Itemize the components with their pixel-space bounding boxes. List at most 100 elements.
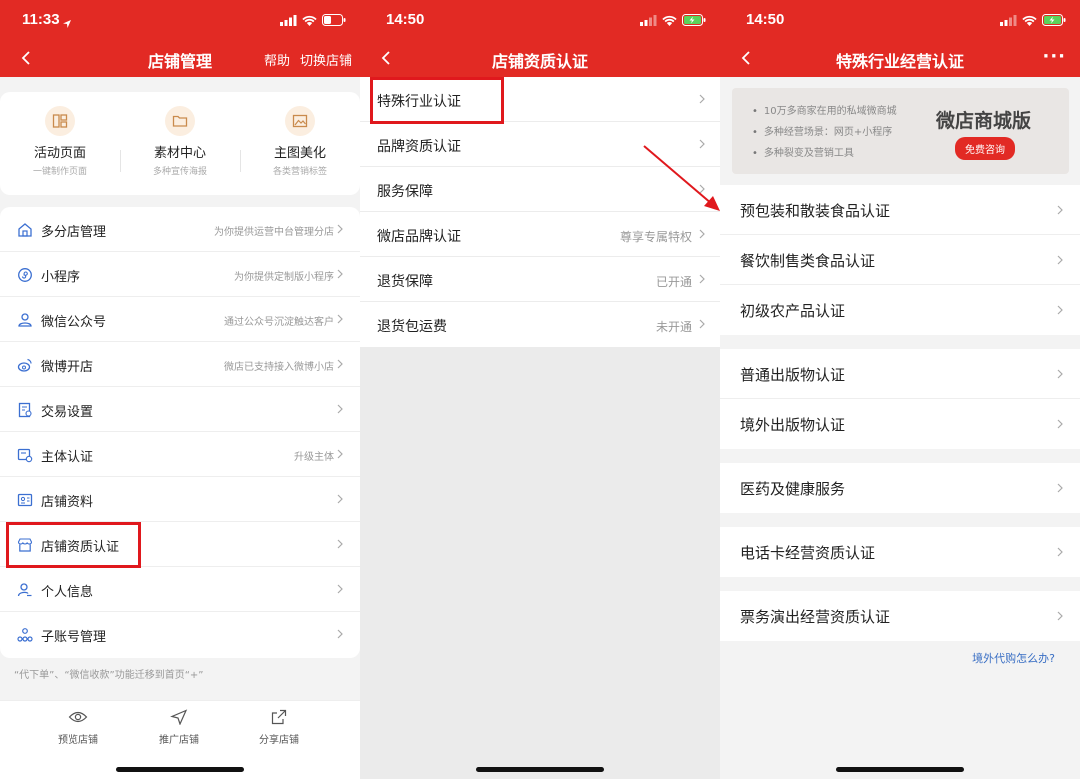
status-bar: 11:33 bbox=[0, 0, 360, 40]
chevron-right-icon bbox=[1057, 483, 1063, 493]
menu-item-label: 退货保障 bbox=[377, 274, 433, 290]
battery-icon bbox=[322, 14, 346, 26]
cert-item-packaged-food[interactable]: 预包装和散装食品认证 bbox=[720, 185, 1080, 235]
banner-bullets: 10万多商家在用的私域微商城 多种经营场景：网页+小程序 多种裂变及营销工具 bbox=[752, 102, 897, 165]
quick-action-image-beautify[interactable]: 主图美化 各类营销标签 bbox=[240, 106, 360, 177]
tab-preview-store[interactable]: 预览店铺 bbox=[33, 709, 123, 746]
layout-icon bbox=[45, 106, 75, 136]
chevron-right-icon bbox=[337, 494, 343, 504]
menu-item-weibo-store[interactable]: 微博开店 微店已支持接入微博小店 bbox=[0, 342, 360, 387]
banner-bullet: 10万多商家在用的私域微商城 bbox=[752, 102, 897, 117]
quick-action-material-center[interactable]: 素材中心 多种宣传海报 bbox=[120, 106, 240, 177]
tab-label: 推广店铺 bbox=[159, 735, 199, 746]
store-menu-list: 多分店管理 为你提供运营中台管理分店 小程序 为你提供定制版小程序 微信公众号 … bbox=[0, 207, 360, 658]
cert-group-food: 预包装和散装食品认证 餐饮制售类食品认证 初级农产品认证 bbox=[720, 185, 1080, 335]
free-consult-button[interactable]: 免费咨询 bbox=[955, 137, 1015, 160]
menu-item-personal-info[interactable]: 个人信息 bbox=[0, 567, 360, 612]
help-button[interactable]: 帮助 bbox=[264, 50, 290, 69]
cert-item-catering-food[interactable]: 餐饮制售类食品认证 bbox=[720, 235, 1080, 285]
cert-item-ticketing[interactable]: 票务演出经营资质认证 bbox=[720, 591, 1080, 641]
store-qualification-screen: 14:50 店铺资质认证 特殊行业认证 品牌资质认证 服务保障 微店品牌认证 尊 bbox=[360, 0, 720, 779]
home-icon bbox=[18, 223, 32, 237]
chevron-right-icon bbox=[1057, 305, 1063, 315]
quick-action-activity-page[interactable]: 活动页面 一键制作页面 bbox=[0, 106, 120, 177]
cert-item-agricultural[interactable]: 初级农产品认证 bbox=[720, 285, 1080, 335]
cert-item-label: 票务演出经营资质认证 bbox=[740, 608, 891, 626]
more-menu-button[interactable]: ··· bbox=[1042, 46, 1066, 67]
chevron-right-icon bbox=[1057, 369, 1063, 379]
chevron-right-icon bbox=[1057, 205, 1063, 215]
wifi-icon bbox=[662, 15, 677, 26]
cert-item-label: 预包装和散装食品认证 bbox=[740, 202, 891, 220]
nav-bar: 店铺资质认证 bbox=[360, 40, 720, 77]
cert-item-label: 初级农产品认证 bbox=[740, 302, 846, 320]
menu-item-sub-accounts[interactable]: 子账号管理 bbox=[0, 612, 360, 657]
quick-action-sub: 多种宣传海报 bbox=[152, 167, 207, 177]
cert-item-phone-card[interactable]: 电话卡经营资质认证 bbox=[720, 527, 1080, 577]
status-bar: 14:50 bbox=[720, 0, 1080, 40]
menu-item-trade-settings[interactable]: 交易设置 bbox=[0, 387, 360, 432]
menu-item-branch-management[interactable]: 多分店管理 为你提供运营中台管理分店 bbox=[0, 207, 360, 252]
chevron-right-icon bbox=[337, 269, 343, 279]
menu-item-hint: 已开通 bbox=[655, 275, 692, 289]
tab-promote-store[interactable]: 推广店铺 bbox=[134, 709, 224, 746]
tab-label: 预览店铺 bbox=[58, 735, 98, 746]
chevron-right-icon bbox=[1057, 255, 1063, 265]
store-management-screen: 11:33 店铺管理 帮助 切换店铺 活动页面 一键制作页面 素材中心 多种宣传… bbox=[0, 0, 360, 779]
quick-actions: 活动页面 一键制作页面 素材中心 多种宣传海报 主图美化 各类营销标签 bbox=[0, 92, 360, 195]
promo-banner[interactable]: 10万多商家在用的私域微商城 多种经营场景：网页+小程序 多种裂变及营销工具 微… bbox=[732, 88, 1069, 174]
document-icon bbox=[18, 402, 32, 418]
chevron-right-icon bbox=[699, 319, 705, 329]
menu-item-label: 微信公众号 bbox=[41, 315, 107, 330]
wifi-icon bbox=[1022, 15, 1037, 26]
menu-item-entity-verify[interactable]: 主体认证 升级主体 bbox=[0, 432, 360, 477]
signal-icon bbox=[1000, 14, 1017, 26]
chevron-right-icon bbox=[1057, 611, 1063, 621]
cert-item-medical-health[interactable]: 医药及健康服务 bbox=[720, 463, 1080, 513]
chevron-right-icon bbox=[699, 94, 705, 104]
switch-store-button[interactable]: 切换店铺 bbox=[300, 50, 352, 69]
tab-share-store[interactable]: 分享店铺 bbox=[234, 709, 324, 746]
menu-item-mini-program[interactable]: 小程序 为你提供定制版小程序 bbox=[0, 252, 360, 297]
id-card-icon bbox=[17, 493, 33, 507]
cert-item-publications[interactable]: 普通出版物认证 bbox=[720, 349, 1080, 399]
menu-item-label: 店铺资料 bbox=[41, 495, 94, 510]
battery-charging-icon bbox=[1042, 14, 1066, 26]
chevron-right-icon bbox=[337, 404, 343, 414]
verify-icon bbox=[17, 448, 33, 463]
menu-item-hint: 微店已支持接入微博小店 bbox=[224, 362, 334, 373]
status-bar: 14:50 bbox=[360, 0, 720, 40]
menu-item-return-shipping[interactable]: 退货包运费 未开通 bbox=[360, 302, 720, 347]
wifi-icon bbox=[302, 15, 317, 26]
quick-action-sub: 一键制作页面 bbox=[32, 167, 87, 177]
banner-bullet: 多种经营场景：网页+小程序 bbox=[752, 123, 897, 138]
pointer-arrow bbox=[643, 145, 720, 211]
chevron-right-icon bbox=[337, 224, 343, 234]
chevron-right-icon bbox=[337, 314, 343, 324]
folder-icon bbox=[165, 106, 195, 136]
chevron-right-icon bbox=[337, 449, 343, 459]
eye-icon bbox=[68, 711, 88, 723]
chevron-right-icon bbox=[337, 629, 343, 639]
menu-item-label: 交易设置 bbox=[41, 405, 94, 420]
home-indicator bbox=[476, 767, 604, 772]
cert-group-ticketing: 票务演出经营资质认证 bbox=[720, 591, 1080, 641]
system-icons bbox=[280, 13, 346, 27]
highlight-box bbox=[370, 77, 504, 124]
menu-item-wechat-official[interactable]: 微信公众号 通过公众号沉淀触达客户 bbox=[0, 297, 360, 342]
menu-item-hint: 为你提供定制版小程序 bbox=[234, 272, 334, 283]
status-time: 14:50 bbox=[386, 11, 425, 28]
menu-item-return-guarantee[interactable]: 退货保障 已开通 bbox=[360, 257, 720, 302]
menu-item-store-info[interactable]: 店铺资料 bbox=[0, 477, 360, 522]
system-icons bbox=[1000, 13, 1066, 27]
chevron-right-icon bbox=[337, 539, 343, 549]
send-icon bbox=[170, 709, 188, 725]
menu-item-label: 个人信息 bbox=[41, 585, 94, 600]
cert-group-publications: 普通出版物认证 境外出版物认证 bbox=[720, 349, 1080, 449]
user-icon bbox=[18, 313, 32, 327]
nav-bar: 店铺管理 帮助 切换店铺 bbox=[0, 40, 360, 77]
cert-item-overseas-publications[interactable]: 境外出版物认证 bbox=[720, 399, 1080, 449]
overseas-purchase-link[interactable]: 境外代购怎么办? bbox=[972, 650, 1055, 666]
banner-headline: 微店商城版 bbox=[935, 110, 1031, 132]
menu-item-label: 主体认证 bbox=[41, 450, 94, 465]
